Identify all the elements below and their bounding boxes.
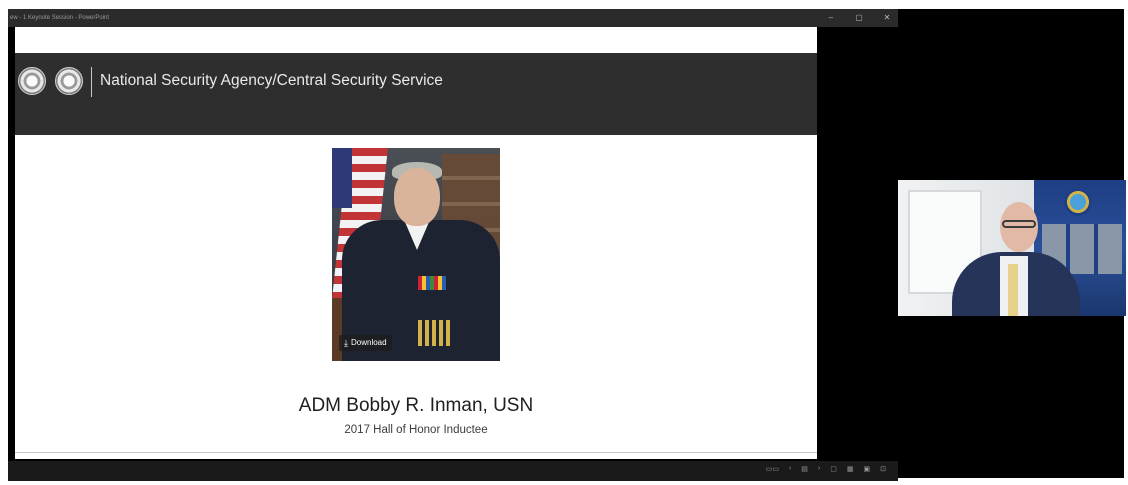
emblem-icon (1064, 188, 1092, 216)
download-label: Download (350, 338, 387, 347)
inductee-portrait: ⤓ Download (332, 148, 500, 361)
inductee-name: ADM Bobby R. Inman, USN (298, 395, 534, 416)
display-settings-icon[interactable]: ▭▭ (766, 465, 779, 473)
flag-canton (332, 148, 352, 208)
frame-left (0, 0, 8, 485)
maximize-button[interactable]: ▢ (854, 9, 864, 27)
window-titlebar: ew - 1 Keynote Session - PowerPoint – ▢ … (8, 9, 898, 27)
speaker-video-tile[interactable] (898, 180, 1126, 316)
window-title: ew - 1 Keynote Session - PowerPoint (10, 15, 110, 21)
banner-divider (91, 67, 92, 97)
prev-icon[interactable]: ‹ (789, 465, 791, 473)
slide: National Security Agency/Central Securit… (15, 27, 817, 459)
minimize-button[interactable]: – (826, 9, 836, 27)
head (394, 168, 440, 226)
download-icon: ⤓ (344, 338, 348, 348)
inductee-title: 2017 Hall of Honor Inductee (344, 424, 488, 436)
status-icons: ▭▭ ‹ ▤ › ▢ ▦ ▣ ⊡ (766, 465, 886, 473)
sleeve-stripes (418, 320, 452, 346)
nsa-seal-icon (18, 67, 46, 95)
speaker-glasses (1002, 220, 1036, 228)
next-icon[interactable]: › (818, 465, 820, 473)
ribbons (418, 276, 446, 290)
agency-name: National Security Agency/Central Securit… (100, 72, 443, 89)
collar (405, 222, 429, 250)
notes-icon[interactable]: ▤ (801, 465, 808, 473)
powerpoint-statusbar: ▭▭ ‹ ▤ › ▢ ▦ ▣ ⊡ (8, 461, 898, 481)
normal-view-icon[interactable]: ▢ (830, 465, 837, 473)
download-button[interactable]: ⤓ Download (339, 335, 392, 351)
slide-divider (15, 452, 817, 453)
fit-icon[interactable]: ⊡ (880, 465, 886, 473)
reading-view-icon[interactable]: ▣ (864, 465, 871, 473)
window-controls: – ▢ ✕ (826, 9, 892, 27)
speaker-tie (1008, 264, 1018, 316)
slide-sorter-icon[interactable]: ▦ (847, 465, 854, 473)
css-seal-icon (55, 67, 83, 95)
slide-header-banner: National Security Agency/Central Securit… (15, 53, 817, 135)
frame-top (0, 0, 1128, 9)
close-button[interactable]: ✕ (882, 9, 892, 27)
shared-powerpoint-window: ew - 1 Keynote Session - PowerPoint – ▢ … (8, 9, 898, 481)
